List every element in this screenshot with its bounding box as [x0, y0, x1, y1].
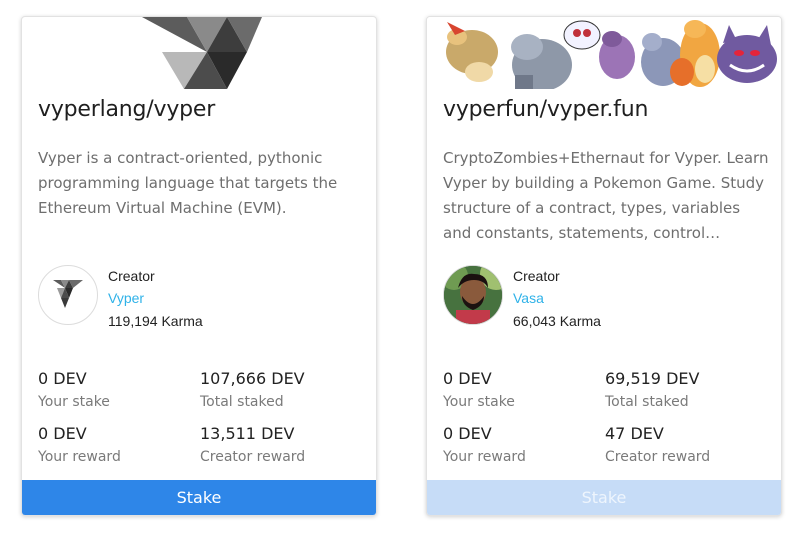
creator-section: Creator Vasa 66,043 Karma — [443, 265, 763, 329]
total-staked-stat: 69,519 DEV Total staked — [605, 369, 765, 410]
your-stake-label: Your stake — [443, 394, 515, 410]
your-reward-label: Your reward — [38, 449, 121, 465]
creator-name-link[interactable]: Vasa — [513, 290, 544, 306]
creator-section: Creator Vyper 119,194 Karma — [38, 265, 358, 329]
your-stake-value: 0 DEV — [443, 369, 492, 388]
project-description: Vyper is a contract-oriented, pythonic p… — [38, 149, 338, 217]
your-stake-value: 0 DEV — [38, 369, 87, 388]
creator-reward-label: Creator reward — [200, 449, 306, 465]
total-staked-stat: 107,666 DEV Total staked — [200, 369, 360, 410]
creator-role-label: Creator — [108, 268, 155, 284]
your-reward-value: 0 DEV — [443, 424, 492, 443]
pokemon-banner — [427, 17, 781, 89]
your-reward-stat: 0 DEV Your reward — [38, 424, 198, 465]
your-reward-label: Your reward — [443, 449, 526, 465]
project-title[interactable]: vyperlang/vyper — [38, 97, 215, 122]
avatar[interactable] — [443, 265, 503, 325]
creator-reward-label: Creator reward — [605, 449, 711, 465]
creator-role-label: Creator — [513, 268, 560, 284]
stake-button[interactable]: Stake — [22, 480, 376, 515]
creator-reward-value: 13,511 DEV — [200, 424, 295, 443]
your-stake-label: Your stake — [38, 394, 110, 410]
project-title[interactable]: vyperfun/vyper.fun — [443, 97, 648, 122]
project-card-vyper[interactable]: vyperlang/vyper Vyper is a contract-orie… — [21, 16, 377, 516]
total-staked-label: Total staked — [200, 394, 284, 410]
project-description: CryptoZombies+Ethernaut for Vyper. Learn… — [443, 149, 769, 242]
creator-reward-stat: 13,511 DEV Creator reward — [200, 424, 360, 465]
avatar[interactable] — [38, 265, 98, 325]
creator-reward-stat: 47 DEV Creator reward — [605, 424, 765, 465]
creator-name-link[interactable]: Vyper — [108, 290, 144, 306]
creator-karma: 66,043 Karma — [513, 313, 601, 329]
your-stake-stat: 0 DEV Your stake — [38, 369, 198, 410]
total-staked-value: 107,666 DEV — [200, 369, 305, 388]
total-staked-value: 69,519 DEV — [605, 369, 700, 388]
total-staked-label: Total staked — [605, 394, 689, 410]
your-stake-stat: 0 DEV Your stake — [443, 369, 603, 410]
creator-karma: 119,194 Karma — [108, 313, 203, 329]
your-reward-value: 0 DEV — [38, 424, 87, 443]
vyper-logo-banner — [22, 17, 376, 89]
stake-button[interactable]: Stake — [427, 480, 781, 515]
your-reward-stat: 0 DEV Your reward — [443, 424, 603, 465]
project-card-vyper-fun[interactable]: vyperfun/vyper.fun CryptoZombies+Etherna… — [426, 16, 782, 516]
creator-reward-value: 47 DEV — [605, 424, 664, 443]
